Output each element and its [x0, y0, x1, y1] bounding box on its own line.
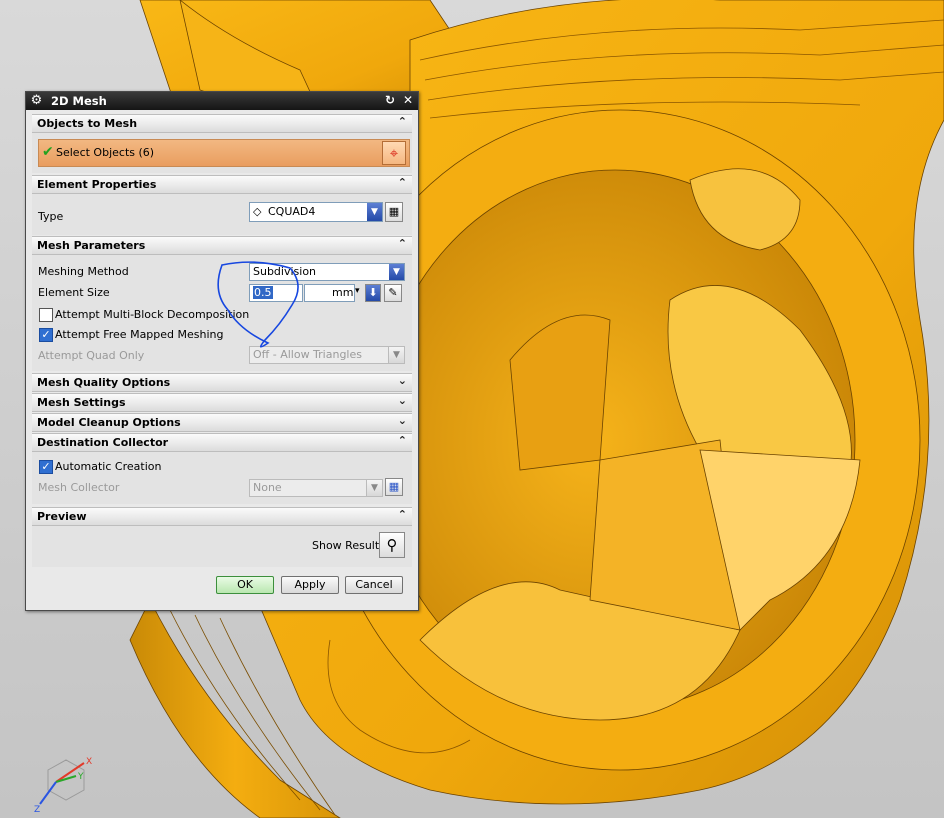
quad-only-label: Attempt Quad Only: [38, 349, 145, 362]
cancel-button[interactable]: Cancel: [345, 576, 403, 594]
section-mesh-parameters[interactable]: Mesh Parameters ⌃: [32, 236, 412, 255]
element-size-label: Element Size: [38, 286, 110, 299]
2d-mesh-dialog: ⚙ 2D Mesh ↻ ✕ Objects to Mesh ⌃ ✔ Select…: [25, 91, 419, 611]
mesh-collector-value: None: [253, 481, 282, 494]
triad-y-label: Y: [77, 772, 84, 782]
mesh-collector-select[interactable]: None ▼: [249, 479, 383, 497]
chevron-down-icon[interactable]: ⌄: [398, 414, 407, 427]
chevron-up-icon[interactable]: ⌃: [398, 176, 407, 189]
element-size-input[interactable]: 0.5: [249, 284, 303, 302]
element-size-unit: mm: [332, 286, 354, 299]
apply-button[interactable]: Apply: [281, 576, 339, 594]
dialog-title: 2D Mesh: [51, 94, 107, 108]
section-destination-collector[interactable]: Destination Collector ⌃: [32, 433, 412, 452]
select-objects-label: Select Objects (6): [56, 146, 155, 159]
section-objects-to-mesh-label: Objects to Mesh: [37, 117, 138, 130]
chevron-up-icon[interactable]: ⌃: [398, 508, 407, 521]
multi-block-label: Attempt Multi-Block Decomposition: [55, 308, 250, 321]
free-mapped-checkbox[interactable]: ✓: [39, 328, 53, 342]
chevron-up-icon[interactable]: ⌃: [398, 434, 407, 447]
dialog-titlebar[interactable]: ⚙ 2D Mesh ↻ ✕: [26, 92, 418, 110]
meshing-method-label: Meshing Method: [38, 265, 129, 278]
section-model-cleanup-options-label: Model Cleanup Options: [37, 416, 181, 429]
select-crosshair-button[interactable]: ⌖: [382, 141, 406, 165]
chevron-down-icon[interactable]: ▼: [389, 264, 404, 280]
section-model-cleanup-options[interactable]: Model Cleanup Options ⌄: [32, 413, 412, 432]
triad-z-label: Z: [34, 805, 40, 815]
automatic-creation-label: Automatic Creation: [55, 460, 162, 473]
section-mesh-quality-options[interactable]: Mesh Quality Options ⌄: [32, 373, 412, 392]
section-preview-label: Preview: [37, 510, 87, 523]
show-result-label: Show Result: [312, 539, 380, 552]
mesh-collector-grid-icon[interactable]: ▦: [385, 478, 403, 496]
section-mesh-settings-label: Mesh Settings: [37, 396, 126, 409]
element-size-value: 0.5: [253, 286, 273, 299]
chevron-down-icon[interactable]: ⌄: [398, 374, 407, 387]
multi-block-checkbox[interactable]: [39, 308, 53, 322]
section-element-properties-label: Element Properties: [37, 178, 157, 191]
chevron-down-icon[interactable]: ⌄: [398, 394, 407, 407]
quad-element-icon: ◇: [253, 205, 262, 218]
meshing-method-value: Subdivision: [253, 265, 317, 278]
element-properties-button[interactable]: ▦: [385, 202, 403, 222]
section-element-properties[interactable]: Element Properties ⌃: [32, 175, 412, 194]
checkmark-icon: ✔: [42, 144, 54, 160]
type-value: CQUAD4: [268, 205, 316, 218]
reset-icon[interactable]: ↻: [383, 94, 397, 108]
section-mesh-parameters-label: Mesh Parameters: [37, 239, 146, 252]
section-preview[interactable]: Preview ⌃: [32, 507, 412, 526]
measure-tool-icon[interactable]: ✎: [384, 284, 402, 302]
chevron-up-icon[interactable]: ⌃: [398, 115, 407, 128]
section-mesh-settings[interactable]: Mesh Settings ⌄: [32, 393, 412, 412]
triad-x-label: X: [86, 757, 92, 767]
element-size-arrow-button[interactable]: ⬇: [365, 284, 381, 302]
automatic-creation-checkbox[interactable]: ✓: [39, 460, 53, 474]
ok-button[interactable]: OK: [216, 576, 274, 594]
section-objects-to-mesh[interactable]: Objects to Mesh ⌃: [32, 114, 412, 133]
chevron-down-icon[interactable]: ▼: [367, 203, 382, 221]
quad-only-value: Off - Allow Triangles: [253, 348, 362, 361]
section-mesh-quality-options-label: Mesh Quality Options: [37, 376, 171, 389]
type-select[interactable]: CQUAD4 ◇ ▼: [249, 202, 383, 222]
section-destination-collector-label: Destination Collector: [37, 436, 169, 449]
type-label: Type: [38, 210, 64, 223]
meshing-method-select[interactable]: Subdivision ▼: [249, 263, 405, 281]
mesh-collector-label: Mesh Collector: [38, 481, 120, 494]
chevron-up-icon[interactable]: ⌃: [398, 237, 407, 250]
quad-only-select[interactable]: Off - Allow Triangles ▼: [249, 346, 405, 364]
chevron-down-icon[interactable]: ▼: [366, 480, 382, 496]
element-size-unit-select[interactable]: mm ▾: [304, 284, 360, 302]
close-icon[interactable]: ✕: [401, 94, 415, 108]
settings-gear-icon[interactable]: ⚙: [29, 93, 44, 108]
chevron-down-icon[interactable]: ▼: [388, 347, 404, 363]
free-mapped-label: Attempt Free Mapped Meshing: [55, 328, 224, 341]
magnifier-icon[interactable]: ⚲: [379, 532, 405, 558]
select-objects-row[interactable]: ✔ Select Objects (6) ⌖: [38, 139, 410, 167]
